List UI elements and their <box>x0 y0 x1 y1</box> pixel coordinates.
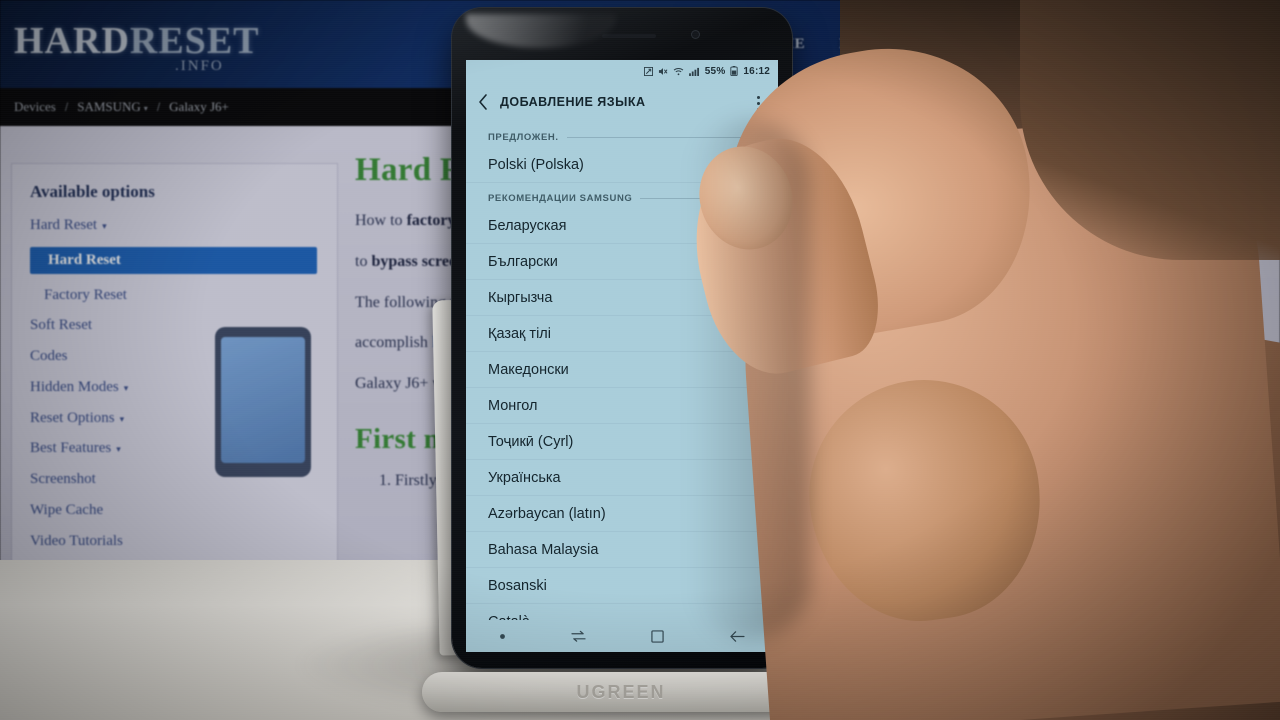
chevron-down-icon: ▾ <box>102 221 107 231</box>
sidebar-item-label: Hard Reset <box>30 217 98 233</box>
logo-part-hard: HARD <box>14 20 130 62</box>
sidebar-item-factory-reset[interactable]: Factory Reset <box>44 286 337 305</box>
dot-icon[interactable] <box>499 633 506 640</box>
section-header-label: ПРЕДЛОЖЕН. <box>488 132 559 143</box>
home-icon[interactable] <box>651 629 664 643</box>
nfc-icon <box>643 66 653 76</box>
sidebar-item-hard-reset-group[interactable]: Hard Reset ▾ <box>30 216 337 235</box>
breadcrumb-item-devices[interactable]: Devices <box>14 99 56 115</box>
text-run-bold: bypass screen <box>371 252 465 270</box>
sidebar-item-label: Best Features <box>30 440 112 457</box>
sidebar-item-label: Hidden Modes <box>30 378 119 395</box>
breadcrumb-label: SAMSUNG <box>77 99 141 114</box>
breadcrumb-item-samsung[interactable]: SAMSUNG ▾ <box>77 99 148 115</box>
chevron-down-icon: ▾ <box>143 104 148 113</box>
text-run: accomplish <box>355 334 432 352</box>
text-run: How to <box>355 212 407 229</box>
chevron-down-icon: ▾ <box>119 413 125 424</box>
breadcrumb-separator: / <box>156 100 161 114</box>
sidebar-item-wipe-cache[interactable]: Wipe Cache <box>30 501 337 520</box>
mute-icon <box>658 67 668 76</box>
site-logo[interactable]: HARDRESET <box>14 22 260 60</box>
chevron-down-icon: ▾ <box>123 382 129 393</box>
hand-edge-shadow <box>690 120 810 640</box>
chevron-down-icon: ▾ <box>116 444 121 455</box>
screenshot-stage: HARDRESET .INFO HOME DEVICES▾ ARTICLES D… <box>0 0 1280 720</box>
recents-icon[interactable] <box>571 630 586 643</box>
article-thumbnail-image <box>215 327 311 477</box>
screen-glare <box>466 14 616 48</box>
earpiece-speaker <box>602 34 656 38</box>
sidebar-title: Available options <box>30 182 155 201</box>
breadcrumb-item-device[interactable]: Galaxy J6+ <box>169 99 229 115</box>
breadcrumb-separator: / <box>64 100 69 114</box>
section-header-label: РЕКОМЕНДАЦИИ SAMSUNG <box>488 193 633 204</box>
sidebar-item-label: Reset Options <box>30 409 115 426</box>
back-chevron-icon[interactable] <box>466 93 500 111</box>
user-hand <box>672 0 1280 720</box>
logo-part-reset: RESET <box>129 20 260 62</box>
text-run: to <box>355 252 372 270</box>
logo-suffix: .INFO <box>175 58 224 74</box>
app-bar-title: ДОБАВЛЕНИЕ ЯЗЫКА <box>500 95 646 109</box>
wifi-icon <box>673 67 684 76</box>
sidebar-item-hard-reset[interactable]: Hard Reset <box>30 246 317 274</box>
sidebar-item-video-tutorials[interactable]: Video Tutorials <box>30 532 337 551</box>
